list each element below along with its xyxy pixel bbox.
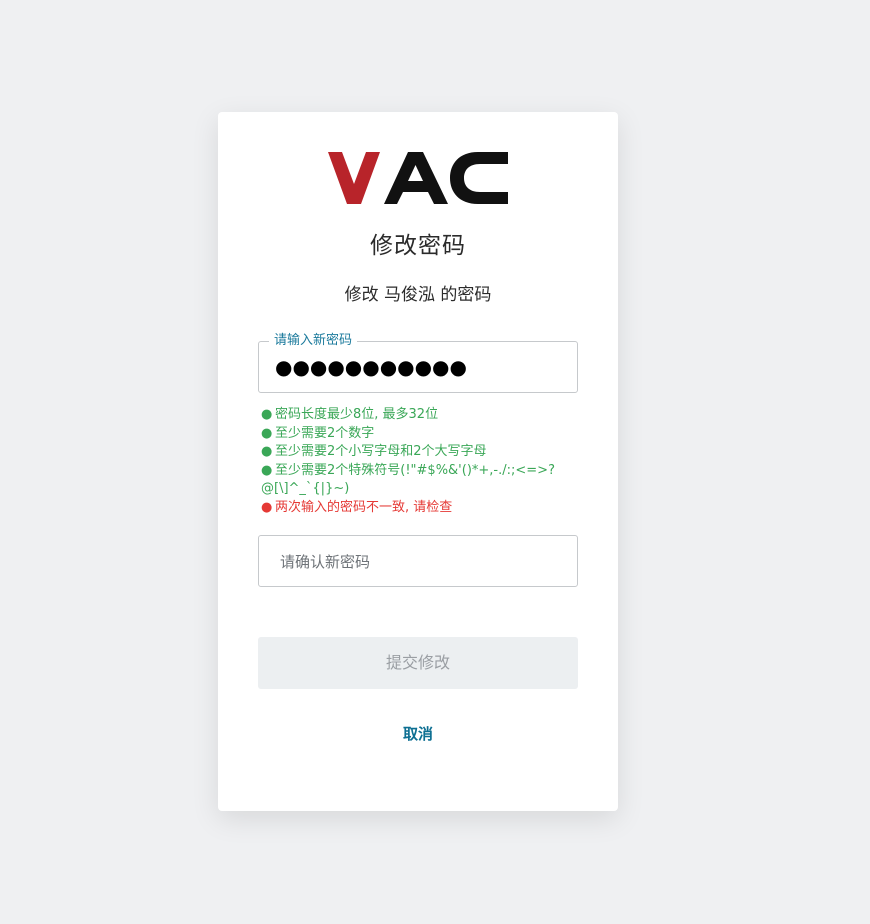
- page-subtitle: 修改 马俊泓 的密码: [344, 285, 492, 305]
- rule-length: ● 密码长度最少8位, 最多32位: [261, 406, 561, 425]
- status-dot-icon: ●: [261, 407, 273, 422]
- rule-special: ● 至少需要2个特殊符号(!"#$%&'()*+,-./:;<=>?@[\]^_`…: [261, 462, 555, 497]
- status-dot-icon: ●: [261, 462, 273, 478]
- password-rules-list: ● 密码长度最少8位, 最多32位 ● 至少需要2个数字 ● 至少需要2个小写字母和2…: [261, 406, 561, 517]
- change-password-card: 修改密码 修改 马俊泓 的密码 请输入新密码 ●●●●●●●●●●● ● 密码长度…: [218, 112, 618, 811]
- confirm-password-placeholder: 请确认新密码: [280, 553, 371, 571]
- page-title: 修改密码: [370, 233, 466, 259]
- new-password-label: 请输入新密码: [269, 333, 358, 349]
- submit-button[interactable]: 提交修改: [258, 637, 578, 689]
- vac-logo: [328, 152, 508, 204]
- status-dot-icon: ●: [261, 444, 273, 459]
- rule-case: ● 至少需要2个小写字母和2个大写字母: [261, 443, 561, 462]
- new-password-field[interactable]: 请输入新密码 ●●●●●●●●●●●: [258, 333, 578, 393]
- cancel-link[interactable]: 取消: [218, 723, 618, 744]
- error-dot-icon: ●: [261, 499, 273, 515]
- rule-digits: ● 至少需要2个数字: [261, 425, 561, 444]
- rule-mismatch: ● 两次输入的密码不一致, 请检查: [261, 499, 561, 518]
- new-password-value[interactable]: ●●●●●●●●●●●: [275, 355, 467, 379]
- status-dot-icon: ●: [261, 425, 273, 441]
- confirm-password-field[interactable]: 请确认新密码: [258, 535, 578, 587]
